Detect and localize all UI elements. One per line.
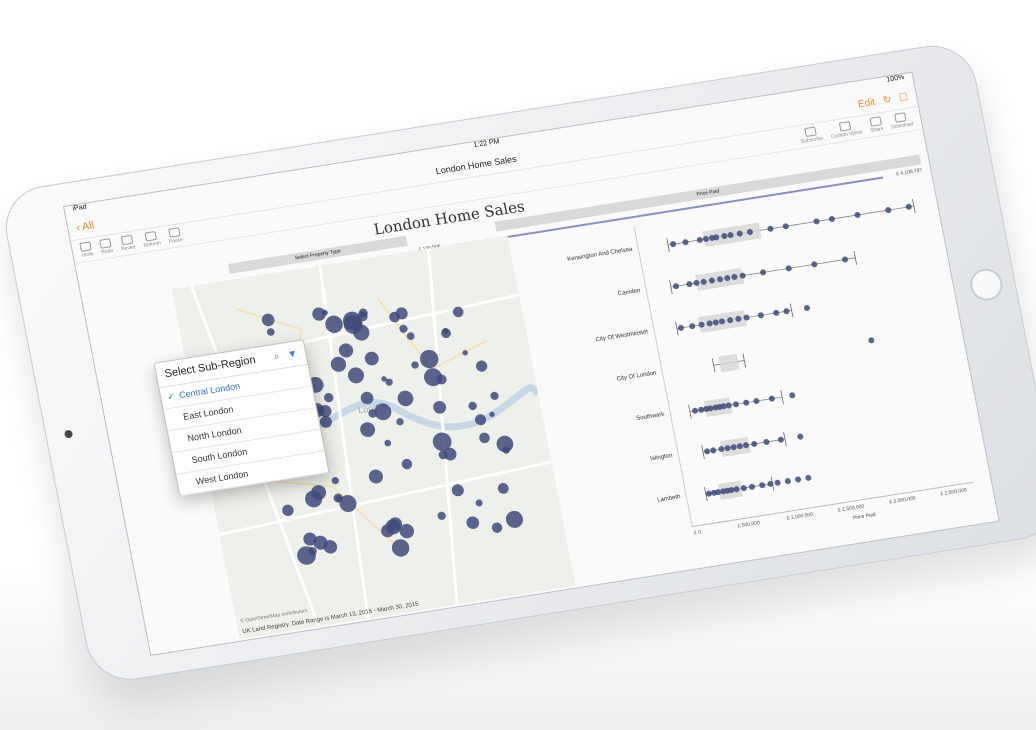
sale-point[interactable] bbox=[670, 241, 677, 248]
sale-point[interactable] bbox=[868, 337, 875, 344]
sale-point[interactable] bbox=[760, 269, 767, 276]
sub-region-label: South London bbox=[190, 446, 249, 466]
sale-point[interactable] bbox=[773, 309, 780, 316]
sale-point[interactable] bbox=[828, 216, 835, 223]
sale-point[interactable] bbox=[785, 265, 792, 272]
sale-point[interactable] bbox=[732, 401, 739, 408]
sale-point[interactable] bbox=[782, 223, 789, 230]
sale-point[interactable] bbox=[797, 433, 804, 440]
sale-point[interactable] bbox=[789, 392, 796, 399]
sale-point[interactable] bbox=[696, 236, 703, 244]
ipad-tilted: iPad 1:22 PM 100% ‹ All London Home Sale… bbox=[0, 39, 1036, 687]
toolbar-undo-button[interactable]: Undo bbox=[79, 241, 94, 259]
back-button[interactable]: ‹ All bbox=[75, 220, 95, 235]
toolbar-label: Custom Views bbox=[830, 129, 864, 141]
toolbar-label: Download bbox=[890, 121, 914, 131]
ipad-device: iPad 1:22 PM 100% ‹ All London Home Sale… bbox=[0, 39, 1036, 687]
edit-button[interactable]: Edit bbox=[857, 96, 876, 110]
carrier-label: iPad bbox=[72, 203, 88, 213]
toolbar-download-button[interactable]: Download bbox=[889, 111, 914, 131]
sale-point[interactable] bbox=[673, 283, 680, 290]
camera bbox=[63, 429, 74, 439]
sale-point[interactable] bbox=[686, 281, 693, 288]
undo-icon bbox=[79, 241, 93, 252]
sale-point[interactable] bbox=[748, 483, 756, 490]
ipad-screen: iPad 1:22 PM 100% ‹ All London Home Sale… bbox=[62, 71, 1000, 657]
toolbar-revert-button[interactable]: Revert bbox=[119, 234, 137, 253]
share-icon bbox=[869, 116, 882, 127]
sale-point[interactable] bbox=[905, 203, 912, 210]
sale-point[interactable] bbox=[813, 218, 820, 225]
sale-point[interactable] bbox=[682, 239, 689, 246]
sale-point[interactable] bbox=[704, 448, 711, 455]
sale-point[interactable] bbox=[710, 447, 717, 454]
sale-point[interactable] bbox=[784, 478, 791, 485]
toolbar-label: Redo bbox=[100, 247, 114, 256]
sale-point[interactable] bbox=[783, 308, 790, 315]
sale-point[interactable] bbox=[805, 474, 812, 481]
toolbar-label: Undo bbox=[81, 250, 95, 259]
sale-point[interactable] bbox=[842, 256, 849, 263]
box-plot-box bbox=[718, 353, 740, 373]
sub-region-list: ✓ Central London East London North London So… bbox=[159, 364, 329, 497]
sub-region-label: West London bbox=[194, 468, 250, 487]
slider-max-label: £ 4,108,797 bbox=[895, 167, 923, 178]
pause-icon bbox=[167, 227, 181, 238]
sale-point[interactable] bbox=[689, 323, 696, 330]
toolbar-label: Pause bbox=[168, 236, 184, 245]
sale-point[interactable] bbox=[767, 225, 774, 232]
x-tick-label: £ 0 bbox=[693, 529, 702, 537]
ipad-scene: iPad 1:22 PM 100% ‹ All London Home Sale… bbox=[0, 0, 1036, 730]
sale-point[interactable] bbox=[811, 261, 818, 268]
favorite-icon[interactable]: ☐ bbox=[898, 91, 909, 103]
toolbar-redo-button[interactable]: Redo bbox=[99, 238, 114, 256]
toolbar-share-button[interactable]: Share bbox=[868, 116, 884, 134]
redo-icon bbox=[99, 238, 113, 249]
sale-point[interactable] bbox=[803, 305, 811, 312]
sale-point[interactable] bbox=[751, 440, 758, 448]
sale-point[interactable] bbox=[885, 207, 892, 214]
revert-icon bbox=[120, 234, 134, 246]
refresh-icon[interactable]: ↻ bbox=[882, 94, 892, 106]
sale-point[interactable] bbox=[759, 482, 766, 489]
sale-point[interactable] bbox=[763, 439, 770, 446]
refresh-icon bbox=[144, 231, 157, 242]
download-icon bbox=[894, 112, 908, 123]
sale-point[interactable] bbox=[757, 312, 764, 319]
toolbar-pause-button[interactable]: Pause bbox=[166, 227, 183, 245]
toolbar-refresh-button[interactable]: Refresh bbox=[141, 231, 162, 249]
toolbar-label: Subscribe bbox=[800, 135, 824, 145]
subscribe-icon bbox=[804, 126, 817, 138]
toolbar-label: Revert bbox=[120, 244, 137, 253]
back-label: All bbox=[80, 219, 96, 234]
sale-point[interactable] bbox=[677, 324, 685, 332]
search-icon[interactable]: ⌕ bbox=[273, 351, 281, 363]
custom-views-icon bbox=[838, 121, 852, 132]
sale-point[interactable] bbox=[743, 399, 750, 406]
popover-actions: ⌕ ▼ bbox=[273, 348, 298, 362]
sub-region-label: East London bbox=[182, 404, 235, 422]
filter-icon[interactable]: ▼ bbox=[286, 348, 298, 360]
toolbar-subscribe-button[interactable]: Subscribe bbox=[799, 126, 824, 145]
sub-region-label: Central London bbox=[178, 380, 241, 401]
sale-point[interactable] bbox=[777, 436, 784, 443]
sale-point[interactable] bbox=[795, 476, 802, 483]
nav-actions: Edit ↻ ☐ bbox=[857, 91, 909, 110]
price-strip-plot[interactable]: Kensington And Chelsea Camden City Of West… bbox=[519, 180, 991, 578]
sale-point[interactable] bbox=[854, 211, 861, 219]
sale-point[interactable] bbox=[691, 407, 699, 414]
sale-point[interactable] bbox=[753, 398, 760, 405]
toolbar-label: Share bbox=[869, 125, 885, 134]
sale-point[interactable] bbox=[774, 479, 781, 486]
sale-point[interactable] bbox=[768, 395, 775, 402]
checkmark-icon: ✓ bbox=[166, 391, 176, 403]
sub-region-label: North London bbox=[186, 425, 243, 444]
home-button[interactable] bbox=[967, 266, 1006, 303]
strip-plot-canvas bbox=[633, 199, 973, 528]
sub-region-popover: Select Sub-Region ⌕ ▼ ✓ Central London Eas… bbox=[153, 339, 330, 497]
toolbar-label: Refresh bbox=[143, 240, 162, 249]
toolbar-custom-views-button[interactable]: Custom Views bbox=[828, 119, 863, 140]
